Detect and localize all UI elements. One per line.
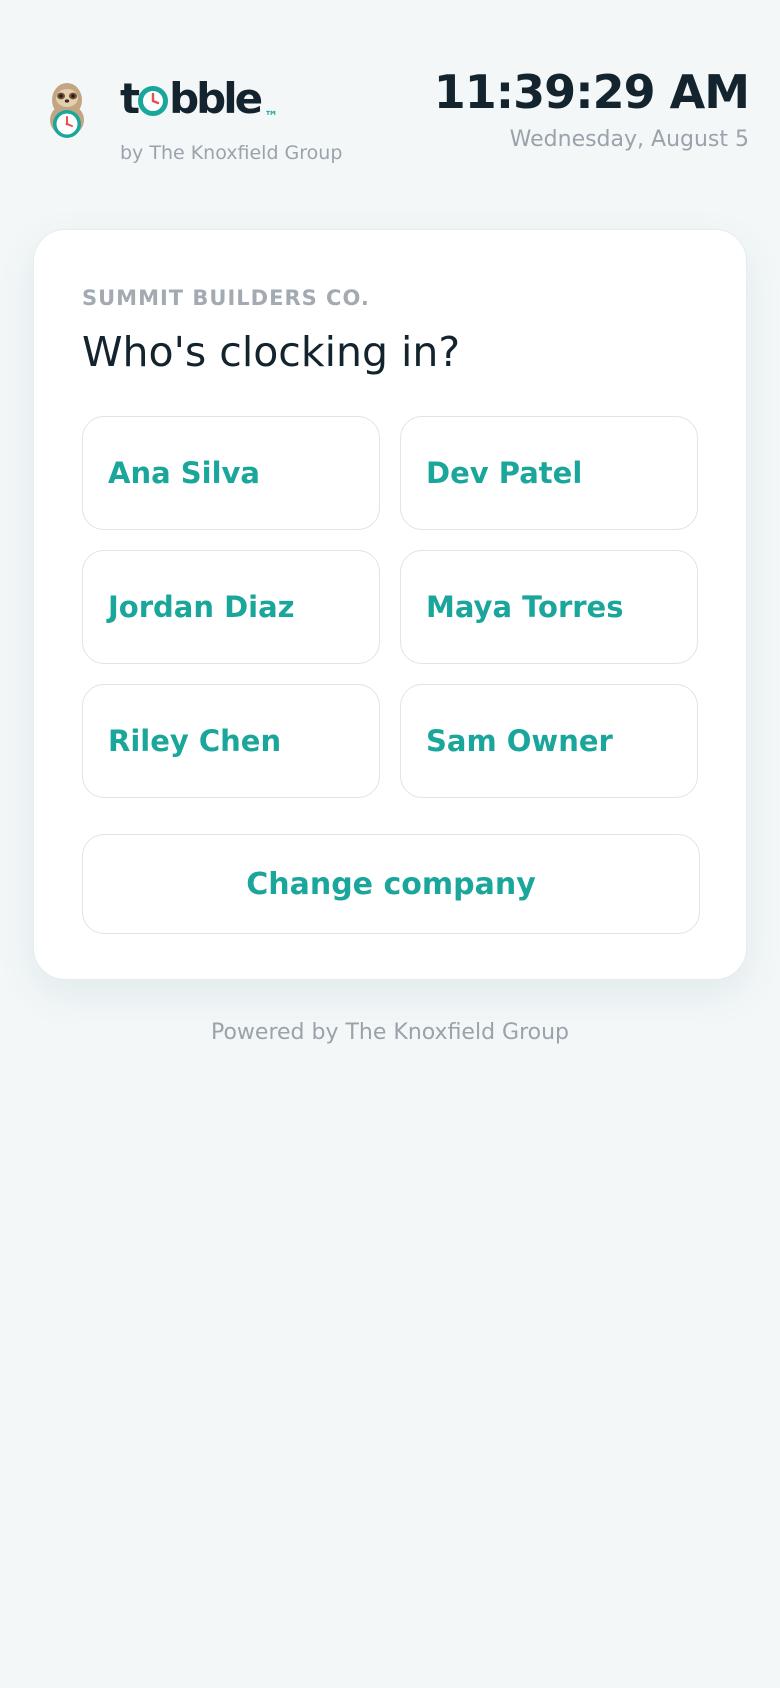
employee-button[interactable]: Jordan Diaz xyxy=(82,550,380,664)
clock-date: Wednesday, August 5 xyxy=(509,127,749,152)
sloth-clock-mascot-icon xyxy=(50,83,84,138)
clock: 11:39:29 AM Wednesday, August 5 xyxy=(433,64,750,154)
employee-button[interactable]: Ana Silva xyxy=(82,416,380,530)
company-name: SUMMIT BUILDERS CO. xyxy=(82,286,370,310)
brand-byline: by The Knoxfield Group xyxy=(120,142,343,164)
brand-name-end: bble xyxy=(169,74,263,123)
kiosk-page: t bble ™ by The Knoxfield Group 11:39:29… xyxy=(0,0,780,1688)
clock-time: 11:39:29 AM xyxy=(433,65,750,119)
employee-button[interactable]: Dev Patel xyxy=(400,416,698,530)
page-title: Who's clocking in? xyxy=(82,328,461,376)
brand: t bble ™ by The Knoxfield Group xyxy=(120,74,342,166)
brand-name-start: t xyxy=(120,74,140,123)
footer-text: Powered by The Knoxfield Group xyxy=(210,1020,570,1045)
brand-wordmark: t bble ™ xyxy=(120,74,342,142)
employee-grid: Ana Silva Dev Patel Jordan Diaz Maya Tor… xyxy=(82,416,700,798)
clock-in-card: SUMMIT BUILDERS CO. Who's clocking in? A… xyxy=(33,229,747,980)
employee-button[interactable]: Sam Owner xyxy=(400,684,698,798)
change-company-button[interactable]: Change company xyxy=(82,834,700,934)
employee-button[interactable]: Riley Chen xyxy=(82,684,380,798)
header: t bble ™ by The Knoxfield Group 11:39:29… xyxy=(0,0,780,200)
trademark-symbol: ™ xyxy=(264,109,279,125)
clock-o-icon xyxy=(138,86,169,116)
employee-button[interactable]: Maya Torres xyxy=(400,550,698,664)
